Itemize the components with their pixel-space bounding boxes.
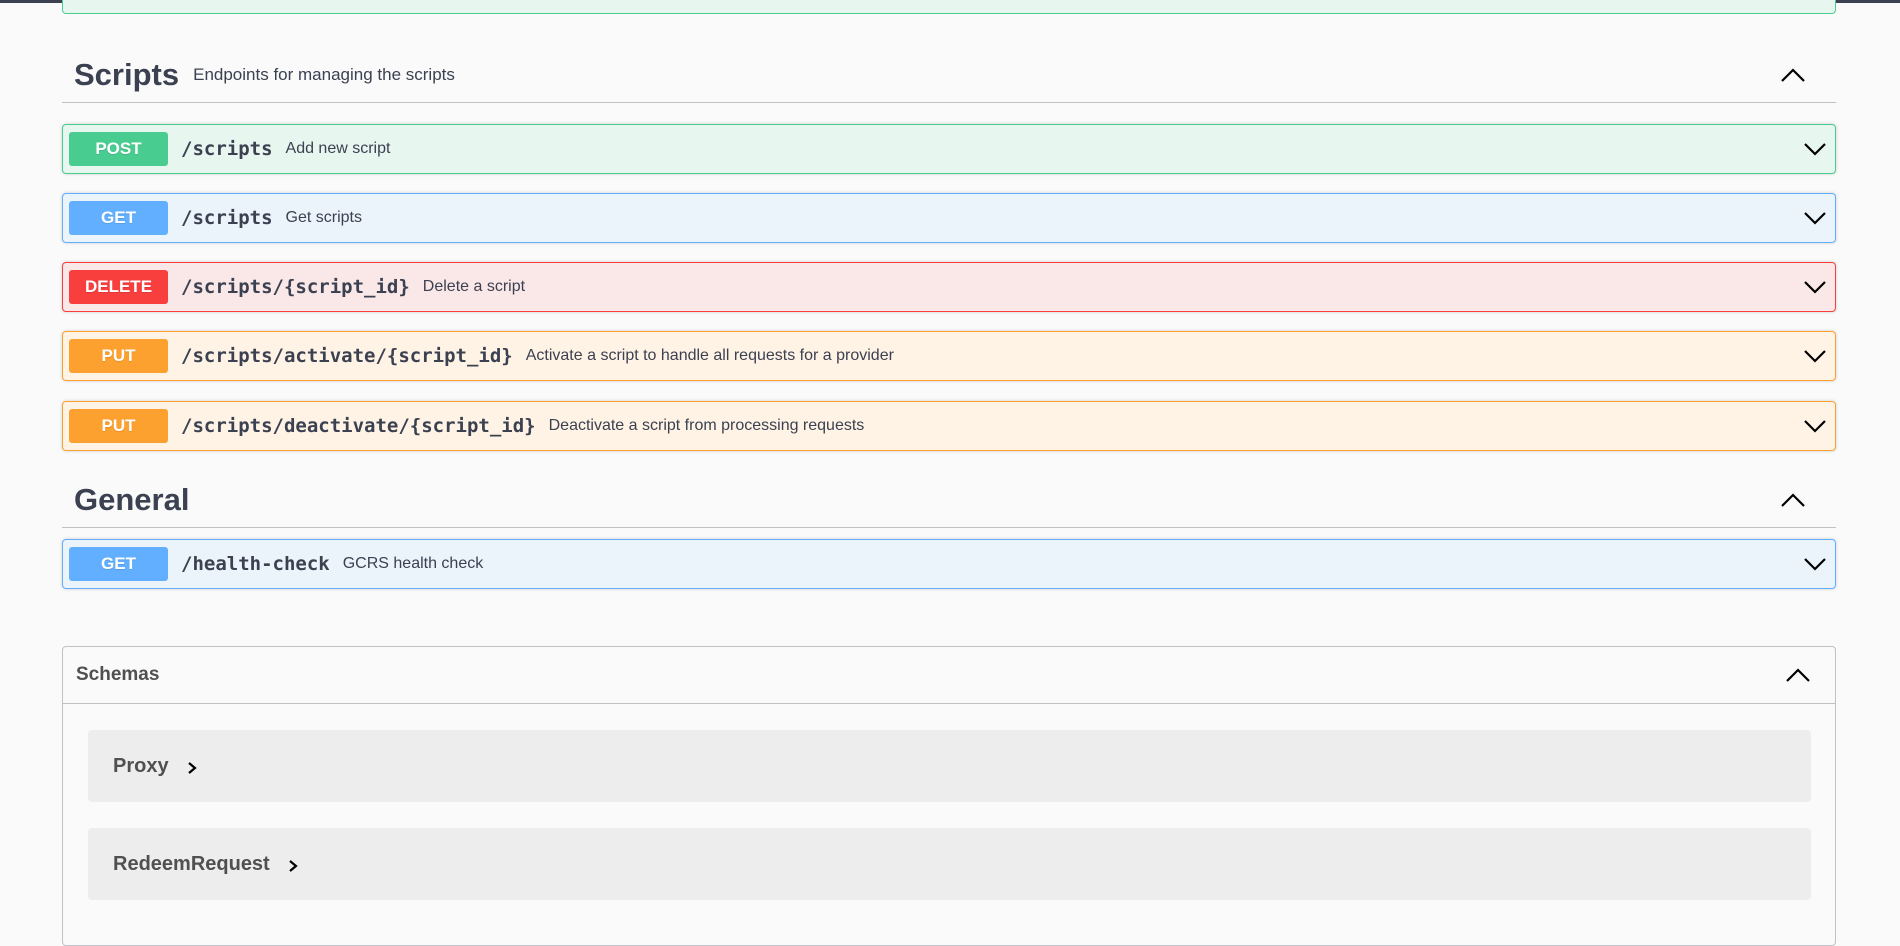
chevron-down-icon[interactable] — [1803, 418, 1827, 434]
chevron-down-icon[interactable] — [1803, 348, 1827, 364]
opblock-delete-script[interactable]: DELETE /scripts/{script_id} Delete a scr… — [62, 262, 1836, 312]
tag-header-scripts[interactable]: Scripts Endpoints for managing the scrip… — [62, 48, 1836, 103]
model-proxy[interactable]: Proxy — [88, 730, 1811, 802]
tag-title: General — [74, 482, 190, 517]
operation-summary: Get scripts — [285, 209, 362, 226]
tag-title: Scripts — [74, 57, 180, 92]
method-badge: GET — [69, 547, 168, 581]
operation-summary: Delete a script — [422, 278, 526, 295]
opblock-put-deactivate-script[interactable]: PUT /scripts/deactivate/{script_id} Deac… — [62, 401, 1836, 451]
chevron-right-icon[interactable] — [185, 760, 199, 776]
chevron-right-icon[interactable] — [286, 858, 300, 874]
method-badge: GET — [69, 201, 168, 235]
chevron-down-icon[interactable] — [1803, 141, 1827, 157]
chevron-down-icon[interactable] — [1803, 210, 1827, 226]
operation-summary: Activate a script to handle all requests… — [525, 347, 894, 364]
opblock-get-scripts[interactable]: GET /scripts Get scripts — [62, 193, 1836, 243]
schemas-header[interactable]: Schemas — [63, 647, 1835, 704]
chevron-down-icon[interactable] — [1803, 556, 1827, 572]
operation-path: /scripts — [181, 138, 273, 160]
opblock-post-scripts[interactable]: POST /scripts Add new script — [62, 124, 1836, 174]
operation-path: /scripts/{script_id} — [181, 276, 410, 298]
model-name: Proxy — [113, 754, 169, 777]
operation-path: /scripts — [181, 207, 273, 229]
tag-header-general[interactable]: General — [62, 473, 1836, 528]
previous-opblock-edge — [62, 0, 1836, 14]
opblock-put-activate-script[interactable]: PUT /scripts/activate/{script_id} Activa… — [62, 331, 1836, 381]
operation-summary: Add new script — [285, 140, 391, 157]
chevron-down-icon[interactable] — [1803, 279, 1827, 295]
model-redeem-request[interactable]: RedeemRequest — [88, 828, 1811, 900]
chevron-up-icon[interactable] — [1780, 66, 1806, 84]
method-badge: DELETE — [69, 270, 168, 304]
method-badge: PUT — [69, 339, 168, 373]
chevron-up-icon[interactable] — [1785, 666, 1811, 684]
operation-summary: Deactivate a script from processing requ… — [548, 417, 865, 434]
tag-description: Endpoints for managing the scripts — [193, 65, 455, 84]
operation-summary: GCRS health check — [342, 555, 484, 572]
operation-path: /scripts/deactivate/{script_id} — [181, 415, 536, 437]
model-name: RedeemRequest — [113, 852, 270, 875]
method-badge: PUT — [69, 409, 168, 443]
method-badge: POST — [69, 132, 168, 166]
chevron-up-icon[interactable] — [1780, 491, 1806, 509]
opblock-get-health-check[interactable]: GET /health-check GCRS health check — [62, 539, 1836, 589]
schemas-title: Schemas — [76, 664, 160, 685]
schemas-section: Schemas Proxy RedeemRequest — [62, 646, 1836, 946]
operation-path: /health-check — [181, 553, 330, 575]
operation-path: /scripts/activate/{script_id} — [181, 345, 513, 367]
